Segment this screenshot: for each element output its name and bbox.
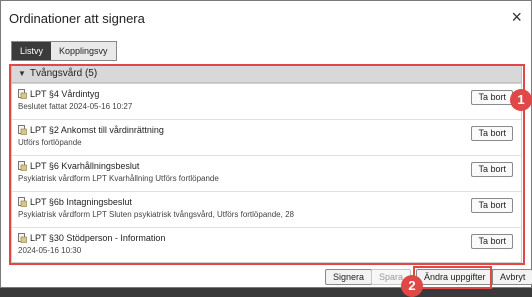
annotation-badge-2: 2 — [401, 275, 423, 297]
sign-button[interactable]: Signera — [325, 269, 373, 285]
document-icon — [18, 197, 27, 207]
document-icon — [18, 89, 27, 99]
item-subtitle: 2024-05-16 10:30 — [18, 246, 82, 255]
document-icon — [18, 233, 27, 243]
item-subtitle: Psykiatrisk vårdform LPT Sluten psykiatr… — [18, 210, 294, 219]
remove-button[interactable]: Ta bort — [471, 198, 513, 213]
dialog-titlebar: Ordinationer att signera × — [1, 1, 531, 35]
document-icon — [18, 161, 27, 171]
group-header[interactable]: ▼ Tvångsvård (5) — [11, 65, 522, 83]
item-subtitle: Utförs fortlöpande — [18, 138, 82, 147]
list-item: LPT §6b Intagningsbeslut Psykiatrisk vår… — [12, 192, 521, 228]
group-title: Tvångsvård (5) — [29, 68, 98, 79]
list-item: LPT §4 Vårdintyg Beslutet fattat 2024-05… — [12, 84, 521, 120]
order-list: LPT §4 Vårdintyg Beslutet fattat 2024-05… — [11, 83, 522, 263]
change-details-button[interactable]: Ändra uppgifter — [416, 269, 494, 285]
item-title: LPT §30 Stödperson - Information — [30, 233, 166, 243]
view-tabs: Listvy Kopplingsvy — [11, 41, 117, 61]
list-item: LPT §6 Kvarhållningsbeslut Psykiatrisk v… — [12, 156, 521, 192]
document-icon — [18, 125, 27, 135]
close-icon[interactable]: × — [511, 7, 522, 27]
cancel-button[interactable]: Avbryt — [492, 269, 532, 285]
dialog-title: Ordinationer att signera — [9, 10, 145, 26]
item-subtitle: Psykiatrisk vårdform LPT Kvarhållning Ut… — [18, 174, 219, 183]
remove-button[interactable]: Ta bort — [471, 234, 513, 249]
item-title: LPT §6 Kvarhållningsbeslut — [30, 161, 140, 171]
remove-button[interactable]: Ta bort — [471, 162, 513, 177]
annotation-badge-1: 1 — [510, 89, 532, 111]
item-title: LPT §6b Intagningsbeslut — [30, 197, 132, 207]
dialog: Ordinationer att signera × Listvy Koppli… — [0, 0, 532, 297]
tab-kopplingsvy[interactable]: Kopplingsvy — [51, 42, 116, 60]
remove-button[interactable]: Ta bort — [471, 126, 513, 141]
collapse-triangle-icon[interactable]: ▼ — [18, 66, 26, 82]
item-title: LPT §4 Vårdintyg — [30, 89, 100, 99]
item-title: LPT §2 Ankomst till vårdinrättning — [30, 125, 164, 135]
remove-button[interactable]: Ta bort — [471, 90, 513, 105]
list-item: LPT §2 Ankomst till vårdinrättning Utför… — [12, 120, 521, 156]
item-subtitle: Beslutet fattat 2024-05-16 10:27 — [18, 102, 133, 111]
list-item: LPT §30 Stödperson - Information 2024-05… — [12, 228, 521, 264]
tab-listvy[interactable]: Listvy — [12, 42, 52, 60]
